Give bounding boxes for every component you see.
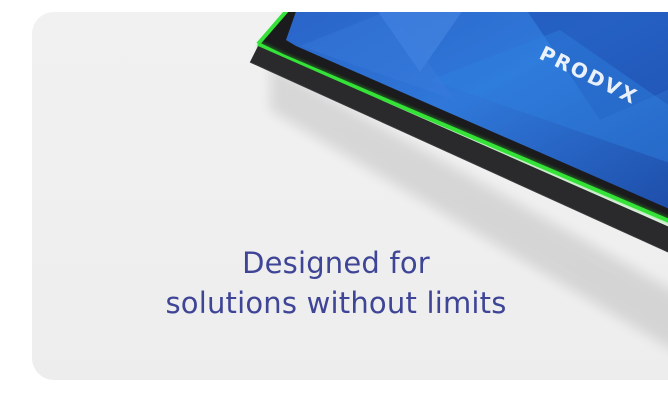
product-image: PRODVX [249,12,668,360]
page: PRODVX Designed for solutions without li… [0,0,668,406]
headline-line-2: solutions without limits [165,286,507,320]
headline-line-1: Designed for [242,246,430,280]
